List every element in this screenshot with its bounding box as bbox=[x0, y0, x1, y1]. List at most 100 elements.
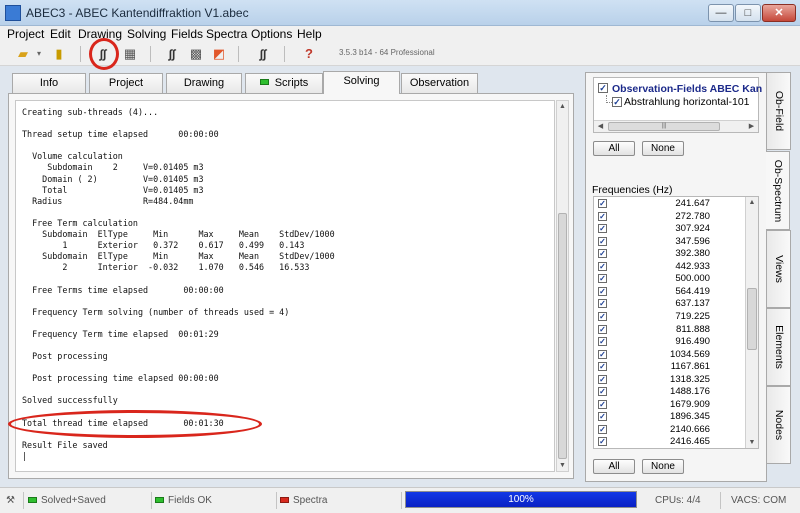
frequency-value: 241.647 bbox=[675, 198, 710, 209]
scroll-thumb[interactable] bbox=[558, 213, 567, 459]
frequency-item[interactable]: ✓ 719.225 bbox=[594, 311, 744, 323]
frequency-item[interactable]: ✓ 307.924 bbox=[594, 223, 744, 235]
frequency-checkbox[interactable]: ✓ bbox=[598, 324, 607, 334]
frequency-item[interactable]: ✓ 916.490 bbox=[594, 336, 744, 348]
grid-view-icon[interactable]: ▩ bbox=[187, 45, 205, 63]
open-dropdown-icon[interactable]: ▾ bbox=[30, 45, 48, 63]
help-icon[interactable]: ? bbox=[300, 45, 318, 63]
frequency-checkbox[interactable]: ✓ bbox=[598, 437, 607, 447]
color-map-icon[interactable]: ◩ bbox=[210, 45, 228, 63]
menu-solving[interactable]: Solving bbox=[127, 27, 166, 41]
scroll-left-icon[interactable]: ◀ bbox=[595, 121, 606, 132]
scroll-up-icon[interactable]: ▲ bbox=[746, 197, 758, 208]
frequency-value: 1896.345 bbox=[669, 411, 710, 423]
vtab-ob-field[interactable]: Ob-Field bbox=[767, 72, 791, 150]
obs-all-button[interactable]: All bbox=[593, 141, 635, 156]
obs-hscrollbar[interactable]: ◀ ||| ▶ bbox=[594, 120, 758, 132]
frequency-item[interactable]: ✓ 442.933 bbox=[594, 261, 744, 273]
maximize-button[interactable]: □ bbox=[735, 4, 761, 22]
log-scrollbar[interactable]: ▲ ▼ bbox=[556, 100, 569, 472]
frequency-item[interactable]: ✓ 2416.465 bbox=[594, 436, 744, 448]
frequency-checkbox[interactable]: ✓ bbox=[598, 424, 607, 434]
mesh-icon[interactable]: ▦ bbox=[121, 45, 139, 63]
frequency-item[interactable]: ✓ 500.000 bbox=[594, 273, 744, 285]
tab-info[interactable]: Info bbox=[12, 73, 86, 93]
obs-child-checkbox[interactable]: ✓ bbox=[612, 97, 622, 107]
frequency-checkbox[interactable]: ✓ bbox=[598, 374, 607, 384]
log-line: Free Terms time elapsed 00:00:00 bbox=[22, 284, 224, 295]
frequency-value: 1488.176 bbox=[669, 386, 710, 398]
frequency-checkbox[interactable]: ✓ bbox=[598, 387, 607, 397]
vtab-ob-spectrum[interactable]: Ob-Spectrum bbox=[766, 151, 790, 230]
observation-tree[interactable]: ✓ Observation-Fields ABEC Kan ✓ Abstrahl… bbox=[593, 77, 762, 133]
frequency-item[interactable]: ✓ 272.780 bbox=[594, 211, 744, 223]
menu-help[interactable]: Help bbox=[297, 27, 322, 41]
frequency-checkbox[interactable]: ✓ bbox=[598, 337, 607, 347]
frequency-item[interactable]: ✓ 2140.666 bbox=[594, 424, 744, 436]
frequency-item[interactable]: ✓ 241.647 bbox=[594, 198, 744, 210]
scroll-down-icon[interactable]: ▼ bbox=[746, 437, 758, 448]
freq-scrollbar[interactable]: ▲ ▼ bbox=[745, 197, 758, 448]
frequency-checkbox[interactable]: ✓ bbox=[598, 286, 607, 296]
obs-field-title[interactable]: Observation-Fields ABEC Kan bbox=[612, 83, 762, 95]
vtab-nodes[interactable]: Nodes bbox=[767, 386, 791, 464]
freq-scroll-thumb[interactable] bbox=[747, 288, 757, 350]
frequency-item[interactable]: ✓ 347.596 bbox=[594, 236, 744, 248]
frequency-checkbox[interactable]: ✓ bbox=[598, 236, 607, 246]
frequency-list[interactable]: ✓ 241.647 ✓ 272.780 ✓ 307.924 ✓ 347.596 ✓ 392.380… bbox=[593, 196, 759, 449]
scroll-right-icon[interactable]: ▶ bbox=[746, 121, 757, 132]
close-button[interactable]: ✕ bbox=[762, 4, 796, 22]
frequency-checkbox[interactable]: ✓ bbox=[598, 249, 607, 259]
frequency-item[interactable]: ✓ 392.380 bbox=[594, 248, 744, 260]
vtab-views[interactable]: Views bbox=[767, 230, 791, 308]
frequency-item[interactable]: ✓ 637.137 bbox=[594, 298, 744, 310]
frequency-checkbox[interactable]: ✓ bbox=[598, 362, 607, 372]
spectrum-icon[interactable]: ∫∫ bbox=[163, 45, 181, 63]
minimize-button[interactable]: — bbox=[708, 4, 734, 22]
tab-scripts[interactable]: Scripts bbox=[245, 73, 323, 93]
menu-project[interactable]: Project bbox=[7, 27, 44, 41]
status-solved: Solved+Saved bbox=[28, 492, 152, 509]
frequency-checkbox[interactable]: ✓ bbox=[598, 299, 607, 309]
tab-drawing[interactable]: Drawing bbox=[166, 73, 242, 93]
scroll-down-icon[interactable]: ▼ bbox=[557, 460, 568, 471]
frequency-checkbox[interactable]: ✓ bbox=[598, 412, 607, 422]
obs-field-checkbox[interactable]: ✓ bbox=[598, 83, 608, 93]
menu-edit[interactable]: Edit bbox=[50, 27, 71, 41]
save-icon[interactable]: ▮ bbox=[50, 45, 68, 63]
obs-none-button[interactable]: None bbox=[642, 141, 684, 156]
frequency-item[interactable]: ✓ 1034.569 bbox=[594, 349, 744, 361]
frequency-item[interactable]: ✓ 811.888 bbox=[594, 324, 744, 336]
vtab-elements[interactable]: Elements bbox=[767, 308, 791, 386]
frequency-checkbox[interactable]: ✓ bbox=[598, 199, 607, 208]
status-fields-label: Fields OK bbox=[168, 495, 212, 506]
frequency-checkbox[interactable]: ✓ bbox=[598, 261, 607, 271]
obs-hscroll-thumb[interactable]: ||| bbox=[608, 122, 720, 131]
frequency-checkbox[interactable]: ✓ bbox=[598, 211, 607, 221]
tab-observation[interactable]: Observation bbox=[401, 73, 478, 93]
frequency-value: 1318.325 bbox=[669, 373, 710, 385]
frequency-item[interactable]: ✓ 1318.325 bbox=[594, 374, 744, 386]
menu-fields[interactable]: Fields bbox=[171, 27, 203, 41]
waveform-icon[interactable]: ∫∫ bbox=[254, 45, 272, 63]
frequency-item[interactable]: ✓ 1679.909 bbox=[594, 399, 744, 411]
status-tool-icon: ⚒ bbox=[6, 492, 24, 509]
frequency-checkbox[interactable]: ✓ bbox=[598, 311, 607, 321]
frequency-checkbox[interactable]: ✓ bbox=[598, 224, 607, 234]
frequency-item[interactable]: ✓ 1167.861 bbox=[594, 361, 744, 373]
freq-none-button[interactable]: None bbox=[642, 459, 684, 474]
frequency-item[interactable]: ✓ 564.419 bbox=[594, 286, 744, 298]
frequency-item[interactable]: ✓ 1896.345 bbox=[594, 411, 744, 423]
frequency-checkbox[interactable]: ✓ bbox=[598, 274, 607, 284]
log-line: Result File saved bbox=[22, 439, 108, 450]
frequency-checkbox[interactable]: ✓ bbox=[598, 399, 607, 409]
menu-options[interactable]: Options bbox=[251, 27, 292, 41]
freq-all-button[interactable]: All bbox=[593, 459, 635, 474]
tab-project[interactable]: Project bbox=[89, 73, 163, 93]
tab-solving[interactable]: Solving bbox=[323, 71, 400, 94]
menu-spectra[interactable]: Spectra bbox=[206, 27, 247, 41]
scroll-up-icon[interactable]: ▲ bbox=[557, 101, 568, 112]
frequency-checkbox[interactable]: ✓ bbox=[598, 349, 607, 359]
frequency-item[interactable]: ✓ 1488.176 bbox=[594, 386, 744, 398]
obs-child-label[interactable]: Abstrahlung horizontal-101 bbox=[624, 96, 750, 108]
